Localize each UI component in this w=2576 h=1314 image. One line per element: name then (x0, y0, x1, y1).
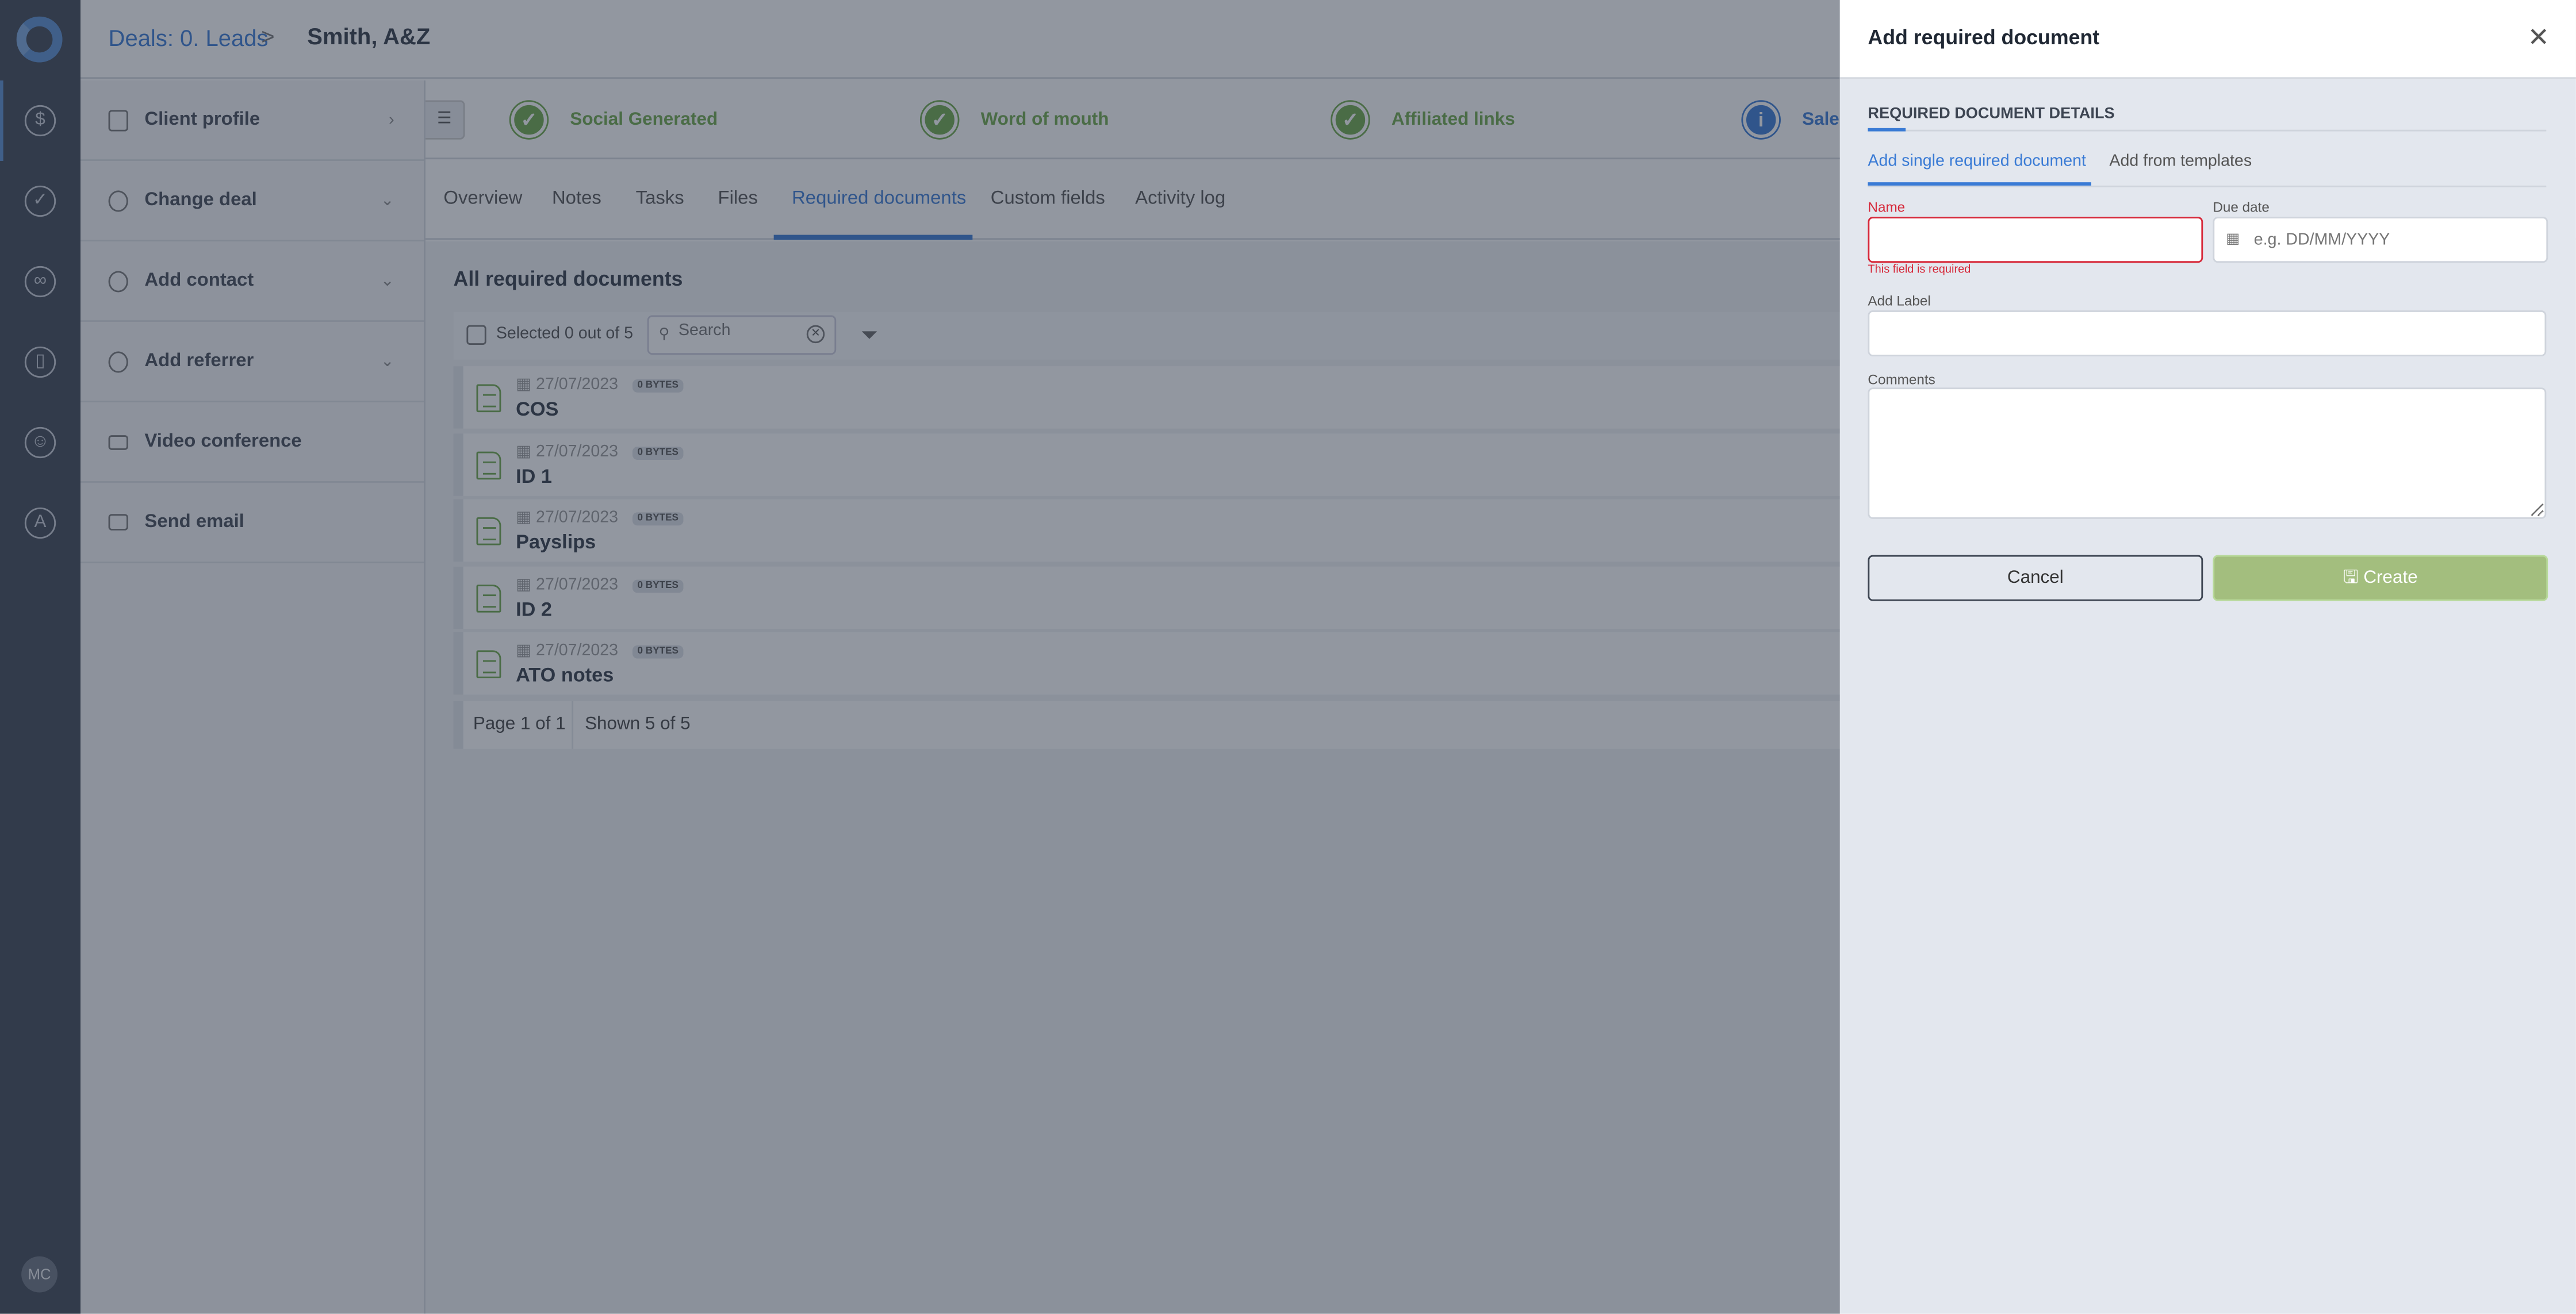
name-input[interactable] (1868, 217, 2203, 263)
panel-title: Add required document (1868, 26, 2100, 49)
name-label: Name (1868, 198, 1906, 216)
close-icon[interactable]: ✕ (2528, 21, 2550, 54)
active-tab-indicator (1868, 182, 2091, 186)
label-input[interactable] (1868, 310, 2547, 356)
comments-label: Comments (1868, 371, 1935, 388)
section-accent (1868, 128, 1906, 132)
create-button-label: Create (2363, 568, 2418, 588)
comments-textarea[interactable] (1868, 387, 2547, 519)
add-label-label: Add Label (1868, 292, 1931, 309)
due-date-label: Due date (2213, 198, 2270, 216)
calendar-icon: ▦ (2226, 229, 2240, 247)
add-required-document-panel: Add required document ✕ REQUIRED DOCUMEN… (1839, 0, 2576, 1314)
modal-backdrop[interactable] (0, 0, 1840, 1314)
section-title: REQUIRED DOCUMENT DETAILS (1868, 105, 2115, 124)
name-error: This field is required (1868, 264, 1971, 276)
save-icon: 🖫 (2343, 568, 2364, 588)
divider (1868, 129, 2547, 132)
divider (1868, 185, 2547, 187)
tab-add-from-templates[interactable]: Add from templates (2109, 153, 2252, 171)
panel-header: Add required document ✕ (1839, 0, 2576, 79)
due-date-input[interactable] (2213, 217, 2548, 263)
create-button[interactable]: 🖫 Create (2213, 555, 2548, 601)
tab-add-single[interactable]: Add single required document (1868, 153, 2086, 171)
cancel-button[interactable]: Cancel (1868, 555, 2203, 601)
